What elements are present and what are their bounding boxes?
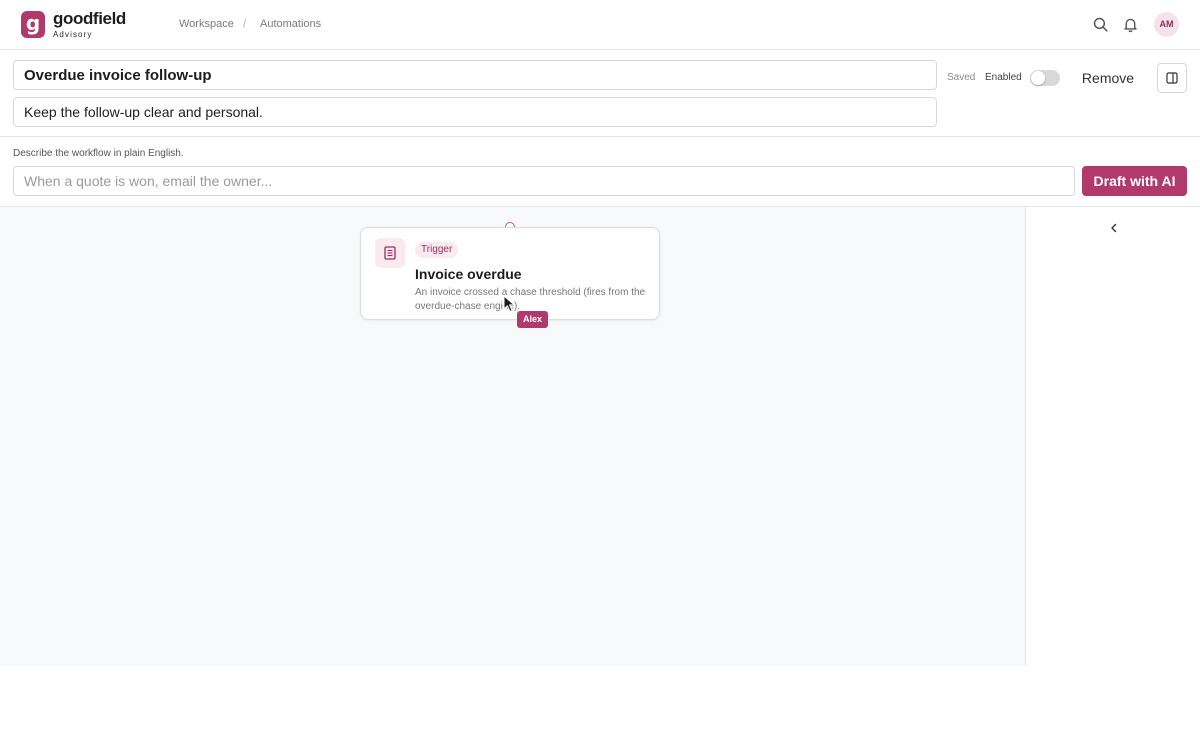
search-icon[interactable]: [1092, 16, 1109, 33]
sidebar-panel-icon: [1166, 72, 1178, 84]
logo-icon[interactable]: g: [21, 11, 45, 38]
section-divider: [0, 136, 1200, 137]
save-status: Saved: [947, 72, 976, 83]
invoice-icon: [375, 238, 405, 268]
breadcrumb-automations[interactable]: Automations: [260, 18, 321, 30]
enabled-toggle[interactable]: [1030, 70, 1060, 86]
inspector-panel: [1025, 207, 1200, 666]
node-description: An invoice crossed a chase threshold (fi…: [415, 287, 646, 312]
brand-name: goodfield: [53, 9, 126, 28]
toggle-knob: [1031, 71, 1045, 85]
collaborator-name-tag: Alex: [517, 311, 549, 328]
node-title: Invoice overdue: [415, 266, 522, 282]
bell-icon[interactable]: [1122, 16, 1139, 33]
workflow-description-input[interactable]: [13, 97, 937, 127]
breadcrumb-workspace[interactable]: Workspace: [179, 18, 234, 30]
workflow-title-input[interactable]: [13, 60, 937, 90]
enabled-label: Enabled: [985, 72, 1022, 83]
collaborator-cursor-icon: [503, 295, 515, 312]
remove-button[interactable]: Remove: [1077, 66, 1139, 90]
chevron-left-icon[interactable]: [1108, 221, 1120, 235]
draft-with-ai-button[interactable]: Draft with AI: [1082, 166, 1187, 196]
user-avatar[interactable]: AM: [1154, 12, 1179, 37]
top-bar: g goodfield Advisory Workspace / Automat…: [0, 0, 1200, 50]
workflow-prompt-input[interactable]: [13, 166, 1075, 196]
prompt-label: Describe the workflow in plain English.: [13, 148, 184, 159]
node-type-badge: Trigger: [415, 242, 459, 258]
breadcrumb-separator: /: [243, 18, 247, 30]
brand-subtitle: Advisory: [53, 30, 93, 39]
toggle-panel-button[interactable]: [1157, 63, 1187, 93]
